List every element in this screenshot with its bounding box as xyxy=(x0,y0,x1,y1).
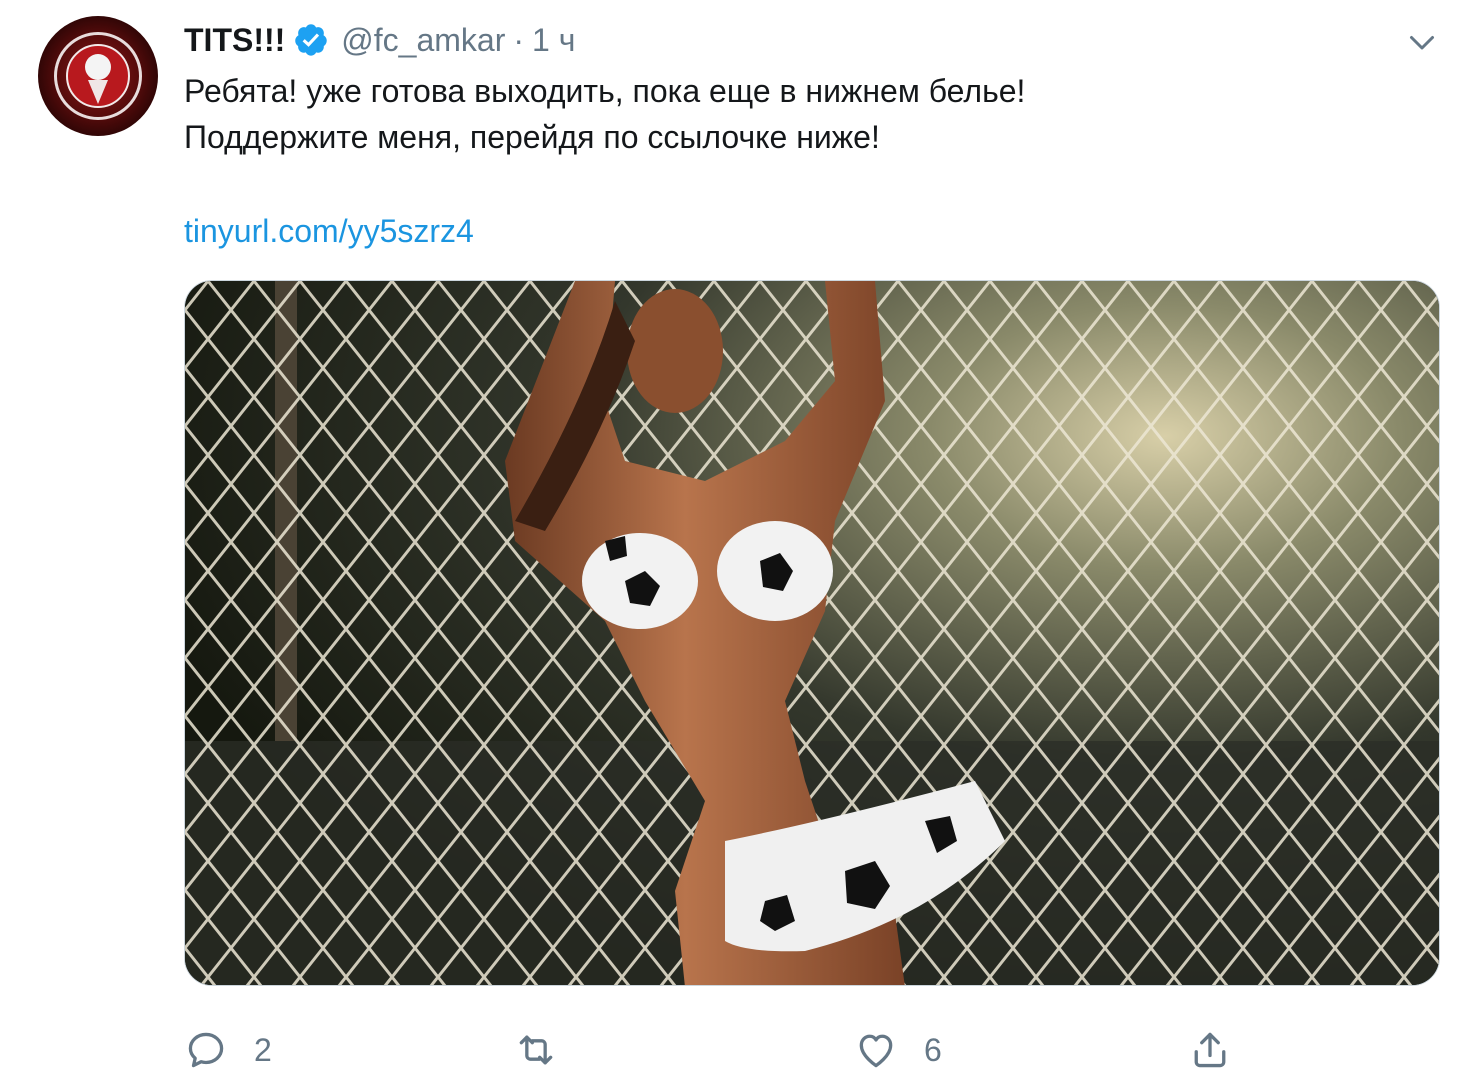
share-icon xyxy=(1194,1032,1226,1068)
tweet-text: Ребята! уже готова выходить, пока еще в … xyxy=(184,68,1424,160)
retweet-icon xyxy=(519,1035,553,1065)
like-button[interactable]: 6 xyxy=(854,1022,942,1078)
separator-dot: · xyxy=(513,21,525,58)
tweet-link[interactable]: tinyurl.com/yy5szrz4 xyxy=(184,208,474,254)
photo-illustration xyxy=(185,281,1439,985)
tweet-timestamp[interactable]: 1 ч xyxy=(532,22,575,59)
like-count: 6 xyxy=(924,1031,942,1068)
display-name[interactable]: TITS!!! xyxy=(184,22,285,59)
tweet-header: TITS!!! @fc_amkar · 1 ч xyxy=(184,20,575,60)
avatar-ball-icon xyxy=(85,54,111,80)
retweet-button[interactable] xyxy=(514,1022,584,1078)
heart-icon xyxy=(859,1034,893,1068)
share-button[interactable] xyxy=(1188,1022,1232,1078)
tweet-photo[interactable] xyxy=(184,280,1440,986)
tweet-card[interactable]: TITS!!! @fc_amkar · 1 ч Ребята! уже гото… xyxy=(0,0,1460,1085)
tweet-text-line: Ребята! уже готова выходить, пока еще в … xyxy=(184,73,1026,109)
reply-button[interactable]: 2 xyxy=(184,1022,272,1078)
verified-badge-icon xyxy=(295,24,328,56)
reply-count: 2 xyxy=(254,1031,272,1068)
author-handle[interactable]: @fc_amkar xyxy=(341,22,505,59)
reply-icon xyxy=(188,1032,224,1068)
tweet-actions: 2 6 xyxy=(184,1022,1284,1078)
author-avatar[interactable] xyxy=(38,16,158,136)
tweet-text-line: Поддержите меня, перейдя по ссылочке ниж… xyxy=(184,119,880,155)
chevron-down-icon[interactable] xyxy=(1404,24,1440,60)
